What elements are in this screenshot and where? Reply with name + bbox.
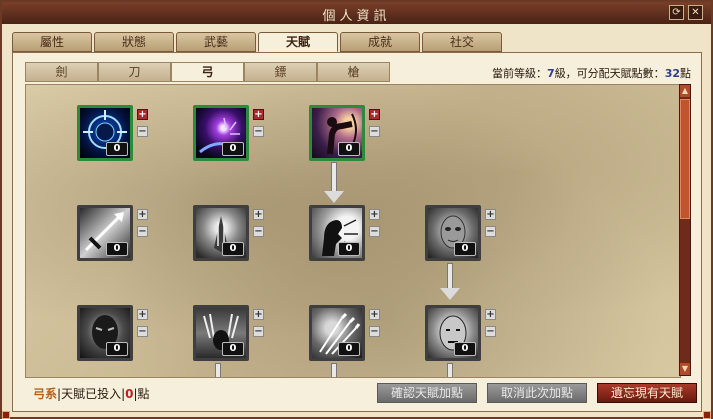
talent-plus-button[interactable]: +	[369, 209, 380, 220]
talent-minus-button[interactable]: −	[485, 226, 496, 237]
talent-tree: 0 + − 0 + − 0 + − 0 + − 0 + − 0 + − 0 + …	[25, 84, 681, 378]
close-button[interactable]: ✕	[688, 5, 703, 20]
connector-line	[447, 363, 453, 377]
talent-slot[interactable]: 0	[309, 305, 365, 361]
talent-level: 0	[222, 342, 244, 356]
talent-minus-button[interactable]: −	[137, 126, 148, 137]
talent-slot[interactable]: 0	[193, 205, 249, 261]
talent-minus-button[interactable]: −	[369, 126, 380, 137]
talent-slot[interactable]: 0	[309, 205, 365, 261]
frame-corner	[703, 411, 711, 419]
scroll-thumb[interactable]	[680, 99, 690, 219]
talent-minus-button[interactable]: −	[369, 326, 380, 337]
talent-points-info: 當前等級：7級，可分配天賦點數：32點	[492, 65, 691, 81]
subtab-blade[interactable]: 刀	[98, 62, 171, 82]
talent-plus-button[interactable]: +	[253, 109, 264, 120]
subtab-bow[interactable]: 弓	[171, 62, 244, 82]
talent-minus-button[interactable]: −	[485, 326, 496, 337]
talent-minus-button[interactable]: −	[137, 226, 148, 237]
tab-social[interactable]: 社交	[422, 32, 502, 52]
talent-slot[interactable]: 0	[77, 105, 133, 161]
subtab-sword[interactable]: 劍	[25, 62, 98, 82]
talent-level: 0	[454, 342, 476, 356]
title-bar[interactable]: 個人資訊 ⟳ ✕	[2, 2, 711, 24]
talent-minus-button[interactable]: −	[253, 126, 264, 137]
talent-plus-button[interactable]: +	[369, 109, 380, 120]
talent-slot[interactable]: 0	[425, 205, 481, 261]
cancel-talent-button[interactable]: 取消此次加點	[487, 383, 587, 403]
invested-label: 天賦已投入	[61, 387, 122, 401]
talent-plus-button[interactable]: +	[137, 209, 148, 220]
confirm-talent-button[interactable]: 確認天賦加點	[377, 383, 477, 403]
connector-line	[331, 363, 337, 377]
tab-martial-arts[interactable]: 武藝	[176, 32, 256, 52]
tab-talent[interactable]: 天賦	[258, 32, 338, 52]
talent-level: 0	[454, 242, 476, 256]
talent-level: 0	[222, 142, 244, 156]
talent-plus-button[interactable]: +	[253, 309, 264, 320]
talent-slot[interactable]: 0	[77, 205, 133, 261]
scroll-up-icon[interactable]: ▲	[680, 85, 690, 97]
points-label: 級，可分配天賦點數：	[554, 67, 665, 80]
talent-slot[interactable]: 0	[309, 105, 365, 161]
talent-minus-button[interactable]: −	[369, 226, 380, 237]
talent-plus-button[interactable]: +	[369, 309, 380, 320]
talent-level: 0	[222, 242, 244, 256]
talent-slot[interactable]: 0	[193, 105, 249, 161]
talent-plus-button[interactable]: +	[253, 209, 264, 220]
invested-unit: 點	[137, 387, 150, 401]
talent-minus-button[interactable]: −	[137, 326, 148, 337]
talent-plus-button[interactable]: +	[485, 309, 496, 320]
branch-label: 弓系	[33, 387, 58, 401]
tab-attributes[interactable]: 屬性	[12, 32, 92, 52]
scroll-down-icon[interactable]: ▼	[680, 363, 690, 375]
points-value: 32	[664, 67, 680, 80]
connector-arrow-icon	[440, 288, 460, 300]
level-prefix: 當前等級：	[492, 67, 548, 80]
connector-arrow-icon	[324, 191, 344, 203]
connector-line	[447, 263, 453, 289]
talent-level: 0	[338, 342, 360, 356]
tab-status[interactable]: 狀態	[94, 32, 174, 52]
talent-slot[interactable]: 0	[77, 305, 133, 361]
talent-plus-button[interactable]: +	[137, 109, 148, 120]
forget-talent-button[interactable]: 遺忘現有天賦	[597, 383, 697, 403]
talent-slot[interactable]: 0	[425, 305, 481, 361]
character-info-window: 個人資訊 ⟳ ✕ 屬性 狀態 武藝 天賦 成就 社交 劍 刀 弓 鏢 槍 當前等…	[0, 0, 713, 419]
frame-corner	[2, 411, 10, 419]
points-suffix: 點	[680, 67, 691, 80]
talent-level: 0	[338, 242, 360, 256]
talent-plus-button[interactable]: +	[137, 309, 148, 320]
talent-panel: 劍 刀 弓 鏢 槍 當前等級：7級，可分配天賦點數：32點 0 + − 0 + …	[12, 52, 702, 412]
talent-level: 0	[338, 142, 360, 156]
main-tabs: 屬性 狀態 武藝 天賦 成就 社交	[12, 32, 702, 52]
level-value: 7	[547, 67, 555, 80]
talent-plus-button[interactable]: +	[485, 209, 496, 220]
window-title: 個人資訊	[322, 9, 391, 24]
talent-slot[interactable]: 0	[193, 305, 249, 361]
invested-points-summary: 弓系|天賦已投入|0|點	[33, 385, 150, 402]
talent-level: 0	[106, 142, 128, 156]
subtab-spear[interactable]: 槍	[317, 62, 390, 82]
subtab-dart[interactable]: 鏢	[244, 62, 317, 82]
talent-level: 0	[106, 242, 128, 256]
connector-line	[331, 162, 337, 194]
connector-line	[215, 363, 221, 377]
tab-achievement[interactable]: 成就	[340, 32, 420, 52]
tree-scrollbar[interactable]: ▲ ▼	[679, 84, 691, 376]
talent-minus-button[interactable]: −	[253, 326, 264, 337]
refresh-button[interactable]: ⟳	[669, 5, 684, 20]
talent-level: 0	[106, 342, 128, 356]
talent-minus-button[interactable]: −	[253, 226, 264, 237]
